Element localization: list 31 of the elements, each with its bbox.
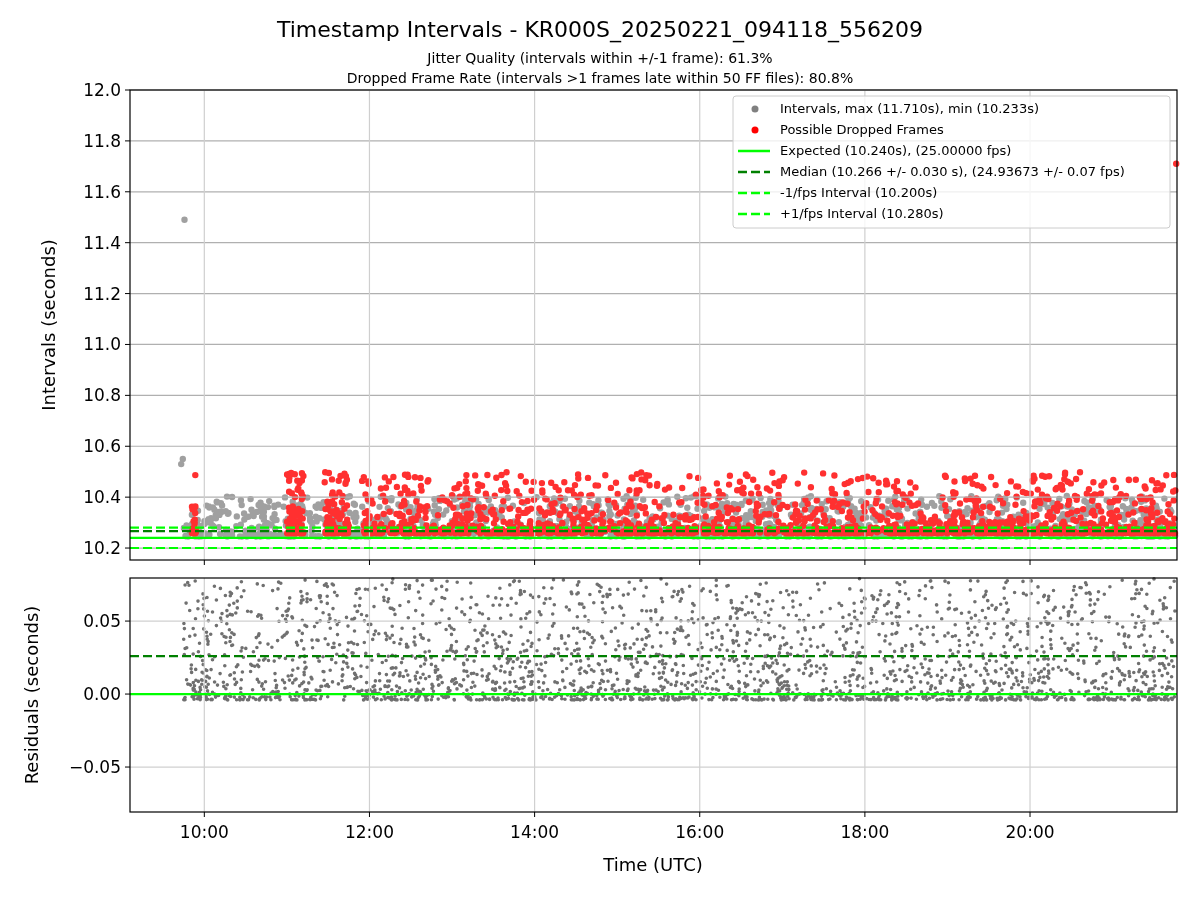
chart-subtitle: Dropped Frame Rate (intervals >1 frames late within 50 FF files): 80.8%: [346, 70, 854, 86]
y-tick-label: 11.4: [83, 232, 121, 253]
x-tick-label: 10:00: [179, 822, 229, 842]
y-tick-label: 10.8: [83, 385, 121, 406]
y-tick-label: 11.8: [83, 130, 121, 151]
y-tick-label: −0.05: [68, 757, 121, 778]
y-tick-label: 0.05: [83, 611, 121, 632]
x-tick-label: 18:00: [840, 822, 890, 842]
y-tick-label: 10.6: [83, 436, 121, 457]
legend-label: +1/fps Interval (10.280s): [780, 206, 944, 221]
y-tick-label: 10.2: [83, 538, 121, 559]
y-tick-label: 11.2: [83, 283, 121, 304]
x-tick-label: 12:00: [344, 822, 394, 842]
x-tick-label: 20:00: [1005, 822, 1055, 842]
legend-label: Possible Dropped Frames: [780, 122, 944, 137]
y-tick-label: 12.0: [83, 80, 121, 100]
y-axis-label: Intervals (seconds): [38, 239, 59, 411]
legend-label: Median (10.266 +/- 0.030 s), (24.93673 +/- 0.07 fps): [780, 164, 1125, 179]
x-tick-label: 16:00: [675, 822, 725, 842]
x-axis-label: Time (UTC): [603, 854, 703, 875]
chart-subtitle: Jitter Quality (intervals within +/-1 frame): 61.3%: [427, 50, 773, 66]
y-tick-label: 11.6: [83, 181, 121, 202]
y-tick-label: 11.0: [83, 334, 121, 355]
y-axis-label: Residuals (seconds): [21, 605, 42, 785]
legend-label: Expected (10.240s), (25.00000 fps): [780, 143, 1012, 158]
x-tick-label: 14:00: [510, 822, 560, 842]
legend-label: -1/fps Interval (10.200s): [780, 185, 938, 200]
chart-title: Timestamp Intervals - KR000S_20250221_094118_556209: [277, 17, 923, 42]
y-tick-label: 0.00: [83, 684, 121, 705]
legend-label: Intervals, max (11.710s), min (10.233s): [780, 101, 1039, 116]
y-tick-label: 10.4: [83, 487, 121, 508]
